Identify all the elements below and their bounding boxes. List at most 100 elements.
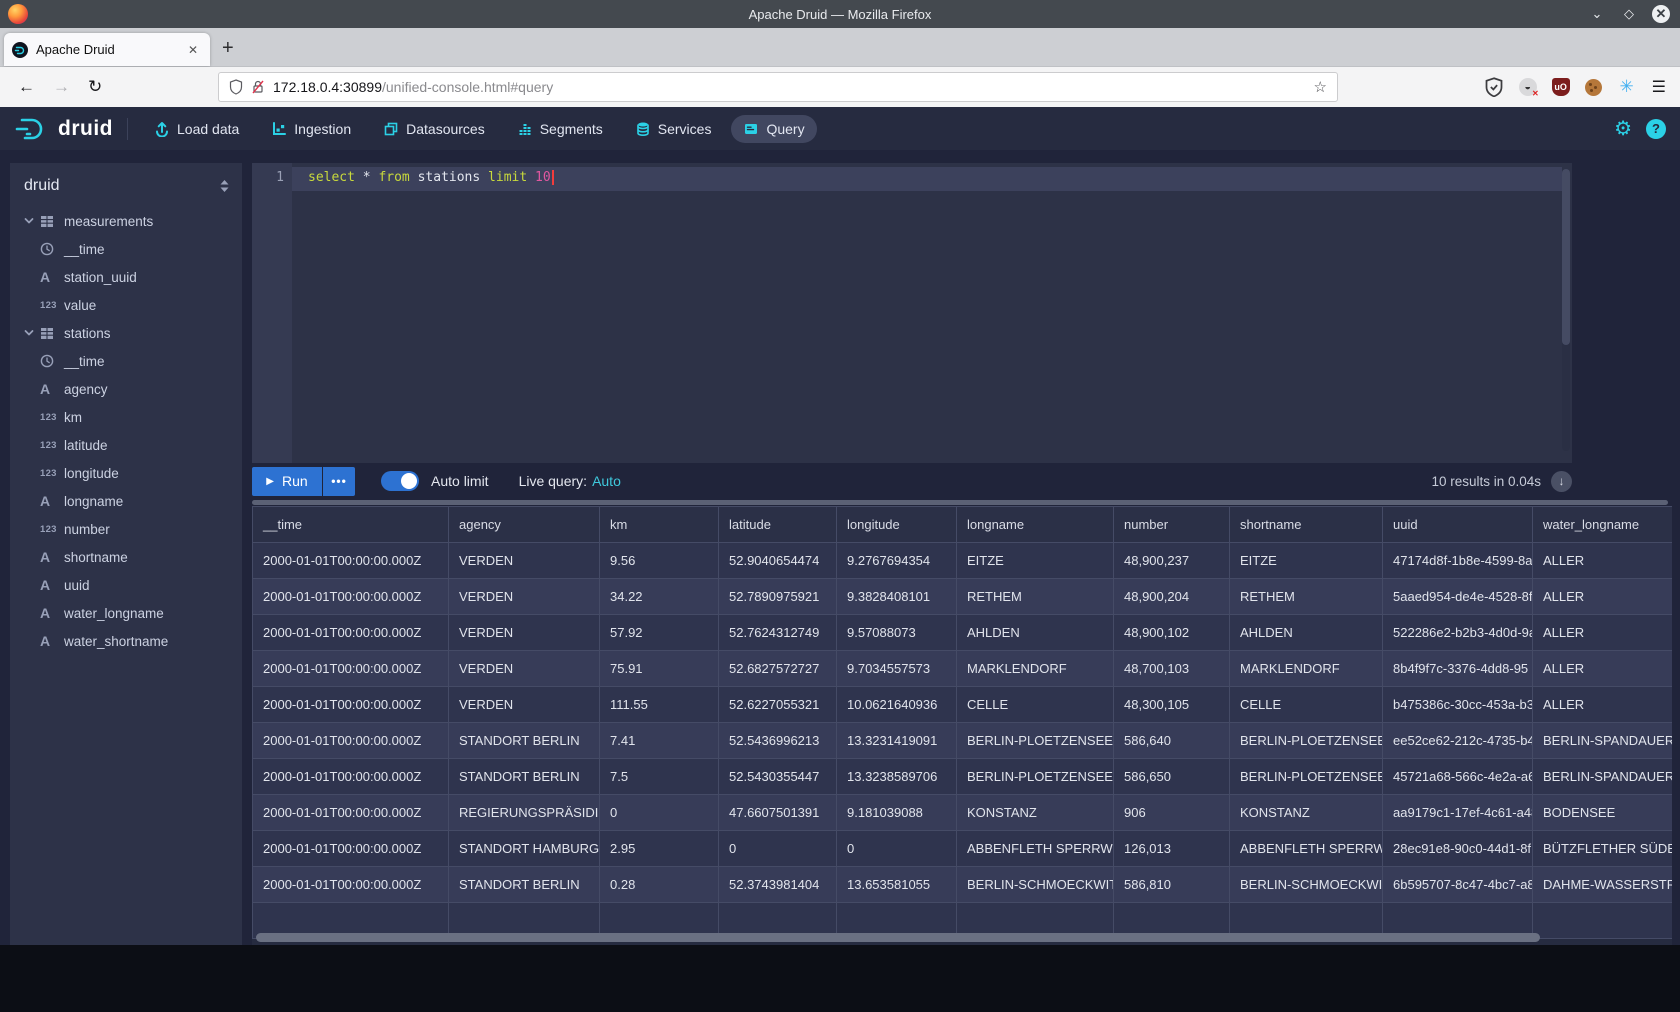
schema-column-__time[interactable]: __time [10,235,242,263]
cell-water_longname[interactable]: BERLIN-SPANDAUER-S [1533,759,1673,795]
druid-brand[interactable]: druid [14,115,113,143]
cell-longitude[interactable]: 13.653581055 [837,867,957,903]
cell-longitude[interactable]: 9.181039088 [837,795,957,831]
bookmark-star-icon[interactable]: ☆ [1314,78,1327,96]
schema-column-water_shortname[interactable]: Awater_shortname [10,627,242,655]
cell-shortname[interactable]: BERLIN-SCHMOECKWITZ [1230,867,1383,903]
schema-column-uuid[interactable]: Auuid [10,571,242,599]
cell-latitude[interactable]: 52.6227055321 [719,687,837,723]
schema-column-longitude[interactable]: 123longitude [10,459,242,487]
editor-scrollbar[interactable] [1562,169,1570,451]
schema-column-water_longname[interactable]: Awater_longname [10,599,242,627]
column-header-longitude[interactable]: longitude [837,507,957,543]
new-tab-button[interactable]: + [222,36,234,60]
cell-longname[interactable]: BERLIN-PLOETZENSEE U [957,759,1114,795]
cell-number[interactable]: 126,013 [1114,831,1230,867]
cell-number[interactable]: 48,700,103 [1114,651,1230,687]
live-query-value[interactable]: Auto [592,473,621,489]
cell-water_longname[interactable]: ALLER [1533,543,1673,579]
cell-latitude[interactable]: 52.3743981404 [719,867,837,903]
cell-water_longname[interactable]: ALLER [1533,687,1673,723]
cell-longname[interactable]: ABBENFLETH SPERRWER [957,831,1114,867]
cell-uuid[interactable]: aa9179c1-17ef-4c61-a48 [1383,795,1533,831]
cell-__time[interactable]: 2000-01-01T00:00:00.000Z [253,615,449,651]
window-close-icon[interactable]: ✕ [1652,5,1670,23]
cell-shortname[interactable]: EITZE [1230,543,1383,579]
cell-longitude[interactable]: 9.3828408101 [837,579,957,615]
cell-__time[interactable]: 2000-01-01T00:00:00.000Z [253,651,449,687]
query-editor[interactable]: 1 select * from stations limit 10 [252,163,1572,463]
cell-__time[interactable]: 2000-01-01T00:00:00.000Z [253,759,449,795]
cell-uuid[interactable]: 5aaed954-de4e-4528-8f [1383,579,1533,615]
schema-table-stations[interactable]: stations [10,319,242,347]
reload-button[interactable]: ↻ [88,77,102,97]
forward-button[interactable]: → [53,77,70,97]
cell-uuid[interactable]: 522286e2-b2b3-4d0d-9a [1383,615,1533,651]
cell-latitude[interactable]: 52.7890975921 [719,579,837,615]
cell-water_longname[interactable]: BODENSEE [1533,795,1673,831]
cell-water_longname[interactable]: ALLER [1533,579,1673,615]
cell-water_longname[interactable]: BERLIN-SPANDAUER-S [1533,723,1673,759]
cell-uuid[interactable]: 6b595707-8c47-4bc7-a8 [1383,867,1533,903]
cell-water_longname[interactable]: DAHME-WASSERSTRAS [1533,867,1673,903]
run-more-button[interactable]: ••• [323,467,355,496]
cell-__time[interactable]: 2000-01-01T00:00:00.000Z [253,687,449,723]
cell-shortname[interactable]: BERLIN-PLOETZENSEE O [1230,723,1383,759]
cell-number[interactable]: 48,900,237 [1114,543,1230,579]
cell-km[interactable]: 57.92 [600,615,719,651]
cell-shortname[interactable]: BERLIN-PLOETZENSEE U [1230,759,1383,795]
browser-tab-apache-druid[interactable]: Apache Druid ✕ [4,33,210,66]
cell-uuid[interactable]: ee52ce62-212c-4735-b4 [1383,723,1533,759]
cell-longname[interactable]: CELLE [957,687,1114,723]
cell-longname[interactable]: KONSTANZ [957,795,1114,831]
cell-km[interactable]: 9.56 [600,543,719,579]
cell-km[interactable]: 34.22 [600,579,719,615]
run-button[interactable]: ▶ Run [252,467,322,496]
nav-item-services[interactable]: Services [623,115,724,143]
cell-number[interactable]: 586,650 [1114,759,1230,795]
cell-latitude[interactable]: 52.5430355447 [719,759,837,795]
editor-code-line[interactable]: select * from stations limit 10 [308,170,554,185]
cell-agency[interactable]: STANDORT HAMBURG [449,831,600,867]
cell-longname[interactable]: BERLIN-PLOETZENSEE O [957,723,1114,759]
cell-longitude[interactable]: 10.0621640936 [837,687,957,723]
cell-latitude[interactable]: 52.7624312749 [719,615,837,651]
cell-latitude[interactable]: 52.5436996213 [719,723,837,759]
cell-km[interactable]: 7.41 [600,723,719,759]
cell-km[interactable]: 75.91 [600,651,719,687]
cell-__time[interactable]: 2000-01-01T00:00:00.000Z [253,867,449,903]
cell-water_longname[interactable]: ALLER [1533,615,1673,651]
cell-agency[interactable]: VERDEN [449,543,600,579]
column-header-__time[interactable]: __time [253,507,449,543]
schema-column-number[interactable]: 123number [10,515,242,543]
gear-icon[interactable]: ⚙ [1614,116,1632,141]
schema-column-longname[interactable]: Alongname [10,487,242,515]
results-horizontal-scrollbar[interactable] [256,933,1540,942]
cell-__time[interactable]: 2000-01-01T00:00:00.000Z [253,543,449,579]
color-asterisk-icon[interactable]: ✳ [1617,77,1637,97]
column-header-shortname[interactable]: shortname [1230,507,1383,543]
schema-column-km[interactable]: 123km [10,403,242,431]
cell-uuid[interactable]: 8b4f9f7c-3376-4dd8-95 [1383,651,1533,687]
column-header-latitude[interactable]: latitude [719,507,837,543]
cell-shortname[interactable]: MARKLENDORF [1230,651,1383,687]
column-header-uuid[interactable]: uuid [1383,507,1533,543]
column-header-water_longname[interactable]: water_longname [1533,507,1673,543]
cell-longname[interactable]: MARKLENDORF [957,651,1114,687]
cell-latitude[interactable]: 47.6607501391 [719,795,837,831]
cell-km[interactable]: 2.95 [600,831,719,867]
auto-limit-toggle[interactable] [381,471,419,491]
cell-km[interactable]: 0.28 [600,867,719,903]
cell-number[interactable]: 586,640 [1114,723,1230,759]
window-chevron-down-icon[interactable]: ⌄ [1588,5,1606,23]
chevron-down-icon[interactable] [24,216,40,226]
window-maximize-diamond-icon[interactable]: ◇ [1620,5,1638,23]
cell-longitude[interactable]: 9.57088073 [837,615,957,651]
schema-column-station_uuid[interactable]: Astation_uuid [10,263,242,291]
schema-column-latitude[interactable]: 123latitude [10,431,242,459]
url-bar[interactable]: 172.18.0.4:30899/unified-console.html#qu… [218,72,1338,102]
cell-uuid[interactable]: b475386c-30cc-453a-b3 [1383,687,1533,723]
cell-agency[interactable]: VERDEN [449,687,600,723]
cell-number[interactable]: 48,300,105 [1114,687,1230,723]
cell-agency[interactable]: STANDORT BERLIN [449,867,600,903]
